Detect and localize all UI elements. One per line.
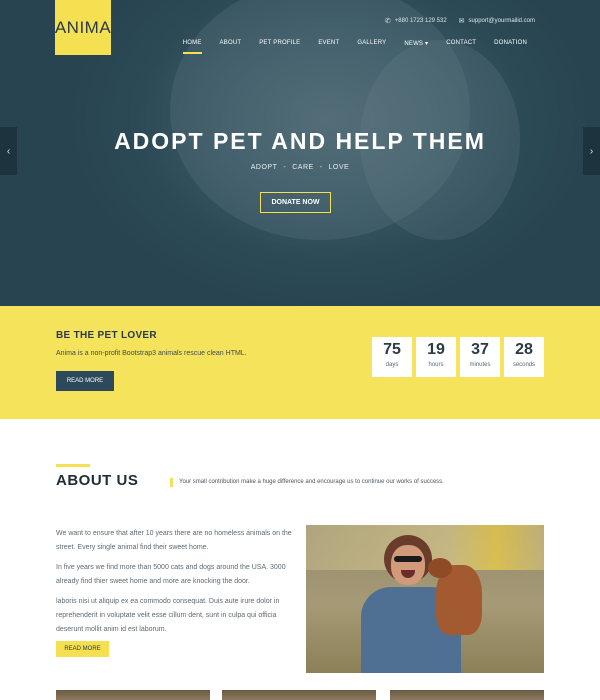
gallery-card[interactable] [222,690,376,700]
countdown-value: 75 [383,341,401,358]
nav-item-event[interactable]: EVENT [309,40,348,47]
countdown-label: seconds [512,362,536,368]
countdown-seconds: 28 seconds [504,337,544,377]
gallery-card[interactable] [56,690,210,700]
nav-item-news[interactable]: NEWS ▾ [395,40,437,47]
countdown-value: 28 [515,341,533,358]
about-title: ABOUT US [56,472,139,489]
countdown-minutes: 37 minutes [460,337,500,377]
logo-text: ANIMA [54,17,112,37]
countdown-label: hours [428,362,444,368]
email-text[interactable]: support@yourmailid.com [469,18,535,24]
nav-item-pet-profile[interactable]: PET PROFILE [250,40,309,47]
hero-subtitle: ADOPT - CARE - LOVE [0,164,600,171]
mail-icon: ✉ [458,18,465,25]
photo-person-sunglasses [394,556,422,562]
countdown-hours: 19 hours [416,337,456,377]
gallery-card[interactable] [390,690,544,700]
contact-bar: ✆ +880 1723 129 532 ✉ support@yourmailid… [385,17,535,25]
nav-item-about[interactable]: ABOUT [211,40,251,47]
logo[interactable]: ANIMA [55,0,111,55]
nav-item-donation[interactable]: DONATION [485,40,536,47]
countdown-value: 37 [471,341,489,358]
about-read-more-button[interactable]: READ MORE [56,641,109,657]
nav-item-home[interactable]: HOME [174,40,211,54]
countdown-days: 75 days [372,337,412,377]
countdown-label: days [385,362,399,368]
pet-lover-text: Anima is a non-profit Bootstrap3 animals… [56,350,247,357]
hero-sub-separator: - [283,164,287,171]
countdown-label: minutes [469,362,491,368]
pet-lover-title: BE THE PET LOVER [56,330,157,341]
hero-banner: ANIMA ✆ +880 1723 129 532 ✉ support@your… [0,0,600,306]
pet-lover-section: BE THE PET LOVER Anima is a non-profit B… [0,306,600,419]
hero-sub-care: CARE [292,164,314,171]
donate-now-button[interactable]: DONATE NOW [260,192,331,213]
nav-item-gallery[interactable]: GALLERY [348,40,395,47]
photo-person-face [391,545,425,585]
gallery-preview-strip [56,690,544,700]
nav-item-contact[interactable]: CONTACT [437,40,485,47]
about-text: We want to ensure that after 10 years th… [56,527,294,643]
hero-title: ADOPT PET AND HELP THEM [114,128,486,154]
countdown: 75 days 19 hours 37 minutes 28 seconds [372,337,544,377]
about-paragraph: laboris nisi ut aliquip ex ea commodo co… [56,598,280,633]
about-paragraph: In five years we find more than 5000 cat… [56,564,286,585]
pet-lover-read-more-button[interactable]: READ MORE [56,371,114,391]
hero-sub-separator: - [319,164,323,171]
countdown-value: 19 [427,341,445,358]
email-info[interactable]: ✉ support@yourmailid.com [459,17,535,25]
phone-info: ✆ +880 1723 129 532 [385,17,447,25]
hero-sub-love: LOVE [328,164,350,171]
about-accent-bar [56,464,90,467]
main-nav: HOME ABOUT PET PROFILE EVENT GALLERY NEW… [174,40,536,54]
about-tagline: Your small contribution make a huge diff… [170,478,444,487]
hero-sub-adopt: ADOPT [250,164,278,171]
phone-icon: ✆ [384,18,391,25]
about-photo [306,525,544,673]
photo-dog-head [428,558,452,578]
about-paragraph: We want to ensure that after 10 years th… [56,530,292,551]
phone-text: +880 1723 129 532 [394,18,447,24]
